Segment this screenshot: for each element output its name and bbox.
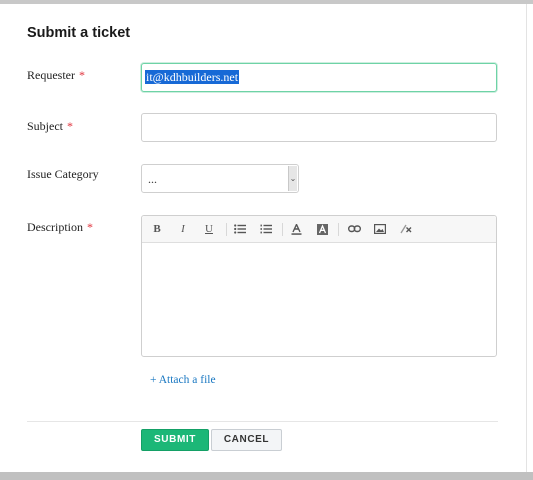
toolbar-separator — [338, 223, 339, 236]
image-icon — [374, 224, 387, 235]
link-button[interactable] — [344, 216, 364, 243]
bullet-list-button[interactable] — [230, 216, 250, 243]
required-marker: * — [87, 220, 93, 234]
underline-button[interactable]: U — [199, 216, 219, 243]
toolbar-separator — [282, 223, 283, 236]
editor-toolbar: B I U — [142, 216, 496, 243]
text-color-icon — [291, 222, 301, 235]
link-icon — [347, 225, 361, 233]
attach-file-link[interactable]: + Attach a file — [150, 374, 216, 386]
chevron-down-icon[interactable]: ⌄ — [288, 166, 297, 191]
image-button[interactable] — [370, 216, 390, 243]
category-selected-value: ... — [148, 172, 157, 186]
cancel-button[interactable]: CANCEL — [211, 429, 282, 451]
form-divider — [27, 421, 498, 422]
requester-label-text: Requester — [27, 68, 75, 82]
italic-button[interactable]: I — [173, 216, 193, 243]
requester-value: it@kdhbuilders.net — [145, 70, 240, 84]
editor-content-area[interactable] — [142, 244, 496, 356]
background-color-button[interactable] — [312, 216, 332, 243]
numbered-list-button[interactable] — [256, 216, 276, 243]
required-marker: * — [78, 68, 85, 82]
page-title: Submit a ticket — [27, 25, 131, 41]
description-label: Description * — [27, 220, 93, 235]
subject-label-text: Subject — [27, 119, 63, 133]
bold-glyph: B — [153, 223, 161, 235]
top-border — [0, 0, 533, 4]
subject-label: Subject * — [27, 119, 73, 134]
clear-format-icon — [400, 225, 412, 234]
required-marker: * — [67, 119, 73, 133]
numbered-list-icon — [260, 225, 272, 234]
description-label-text: Description — [27, 220, 83, 234]
text-color-button[interactable] — [286, 216, 306, 243]
description-editor[interactable]: B I U — [141, 215, 497, 357]
category-label: Issue Category — [27, 167, 99, 181]
subject-input[interactable] — [141, 113, 497, 142]
toolbar-separator — [226, 223, 227, 236]
bottom-border — [0, 472, 533, 480]
right-border — [526, 4, 527, 472]
background-color-icon — [316, 223, 328, 235]
clear-format-button[interactable] — [396, 216, 416, 243]
requester-value-wrap: it@kdhbuilders.net — [145, 70, 240, 85]
requester-input[interactable]: it@kdhbuilders.net — [141, 63, 497, 92]
submit-button[interactable]: SUBMIT — [141, 429, 209, 451]
chevron-glyph: ⌄ — [289, 174, 297, 183]
bold-button[interactable]: B — [147, 216, 167, 243]
bullet-list-icon — [234, 224, 246, 235]
requester-label: Requester * — [27, 68, 85, 83]
underline-glyph: U — [205, 223, 213, 235]
category-select[interactable]: ... ⌄ — [141, 164, 299, 193]
italic-glyph: I — [181, 223, 185, 235]
